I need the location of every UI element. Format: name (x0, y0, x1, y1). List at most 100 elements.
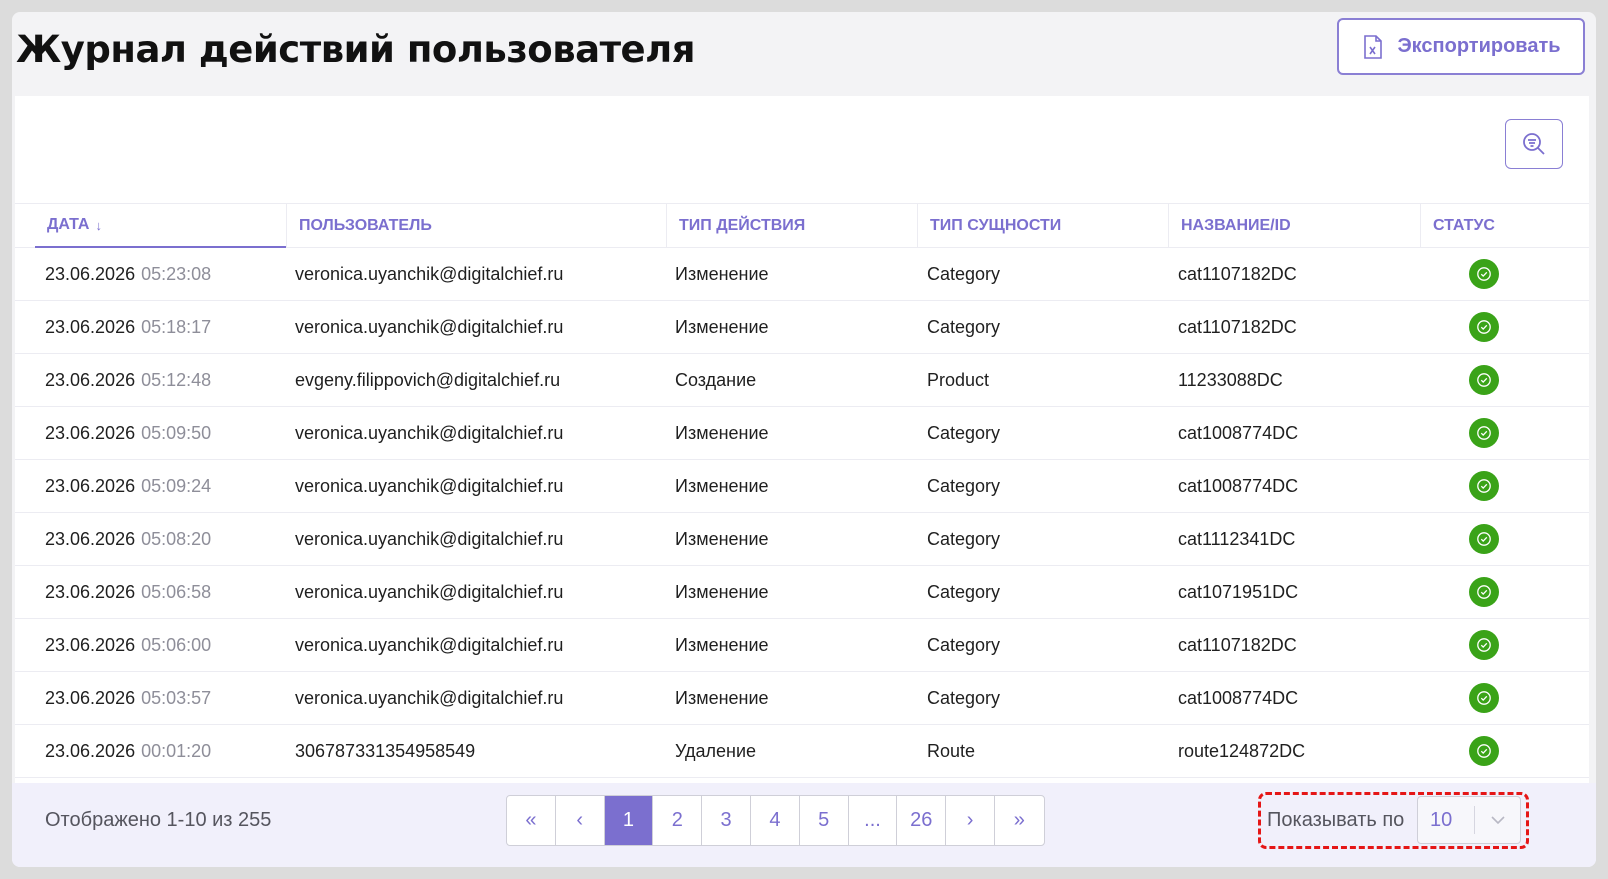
action-type-cell: Изменение (675, 316, 769, 337)
per-page-label: Показывать по (1267, 809, 1405, 831)
date-cell: 23.06.2026 00:01:20 (45, 725, 211, 777)
date-value: 23.06.2026 (45, 475, 136, 496)
name-id-cell: cat1071951DC (1178, 581, 1299, 602)
app-frame: Журнал действий пользователя Экспортиров… (12, 12, 1596, 867)
status-cell (1469, 301, 1499, 353)
entity-type-cell: Category (927, 263, 1001, 284)
column-header-user[interactable]: Пользователь (286, 204, 666, 248)
column-header-entity-type[interactable]: Тип сущности (917, 204, 1168, 248)
check-circle-icon (1469, 471, 1499, 501)
table-row[interactable]: 23.06.2026 05:09:24 veronica.uyanchik@digi… (15, 460, 1589, 513)
page-button[interactable]: 3 (702, 796, 751, 845)
name-id-cell: 11233088DC (1178, 369, 1283, 390)
next-page-button[interactable]: › (946, 796, 995, 845)
time-value: 05:08:20 (141, 528, 212, 549)
check-circle-icon (1469, 683, 1499, 713)
user-cell: veronica.uyanchik@digitalchief.ru (295, 634, 564, 655)
date-cell: 23.06.2026 05:09:50 (45, 407, 211, 459)
table-row[interactable]: 23.06.2026 05:12:48 evgeny.filippovich@dig… (15, 354, 1589, 407)
last-page-button[interactable]: » (995, 796, 1044, 845)
per-page-select[interactable]: 10 (1417, 796, 1521, 844)
first-page-button[interactable]: « (507, 796, 556, 845)
page-title: Журнал действий пользователя (16, 28, 696, 71)
column-header-label: Название/ID (1181, 217, 1291, 234)
table-row[interactable]: 23.06.2026 05:06:58 veronica.uyanchik@digi… (15, 566, 1589, 619)
user-cell: veronica.uyanchik@digitalchief.ru (295, 316, 564, 337)
table-row[interactable]: 23.06.2026 05:18:17 veronica.uyanchik@digi… (15, 301, 1589, 354)
name-id-cell: cat1107182DC (1178, 634, 1297, 655)
log-table-card: Дата ↓ Пользователь Тип действия Тип сущ… (15, 96, 1589, 783)
check-circle-icon (1469, 577, 1499, 607)
time-value: 05:18:17 (141, 316, 212, 337)
pagination-summary: Отображено 1-10 из 255 (45, 809, 272, 831)
check-circle-icon (1469, 630, 1499, 660)
column-header-date[interactable]: Дата ↓ (35, 204, 287, 248)
time-value: 05:23:08 (141, 263, 212, 284)
date-value: 23.06.2026 (45, 581, 136, 602)
status-cell (1469, 672, 1499, 724)
entity-type-cell: Category (927, 475, 1001, 496)
date-value: 23.06.2026 (45, 316, 136, 337)
time-value: 00:01:20 (141, 740, 212, 761)
user-cell: veronica.uyanchik@digitalchief.ru (295, 687, 564, 708)
arrow-down-icon: ↓ (95, 217, 102, 233)
entity-type-cell: Category (927, 316, 1001, 337)
name-id-cell: cat1008774DC (1178, 475, 1299, 496)
table-footer: Отображено 1-10 из 255 «‹ 1 2 3 4 5... 26 ›» По… (12, 783, 1596, 867)
user-cell: veronica.uyanchik@digitalchief.ru (295, 581, 564, 602)
per-page-value: 10 (1430, 808, 1453, 831)
date-cell: 23.06.2026 05:06:00 (45, 619, 211, 671)
action-type-cell: Изменение (675, 687, 769, 708)
action-type-cell: Изменение (675, 263, 769, 284)
column-header-status[interactable]: Статус (1420, 204, 1589, 248)
user-cell: 306787331354958549 (295, 740, 476, 761)
status-cell (1469, 460, 1499, 512)
table-row[interactable]: 23.06.2026 05:09:50 veronica.uyanchik@digi… (15, 407, 1589, 460)
status-cell (1469, 354, 1499, 406)
export-button[interactable]: Экспортировать (1337, 18, 1585, 75)
status-cell (1469, 619, 1499, 671)
column-header-label: Пользователь (299, 217, 432, 234)
entity-type-cell: Category (927, 581, 1001, 602)
pagination: «‹ 1 2 3 4 5... 26 ›» (506, 795, 1045, 846)
page-button[interactable]: 5 (800, 796, 849, 845)
filter-button[interactable] (1505, 119, 1563, 169)
user-cell: veronica.uyanchik@digitalchief.ru (295, 422, 564, 443)
column-header-label: Дата (47, 216, 90, 233)
page-header: Журнал действий пользователя Экспортиров… (12, 12, 1596, 96)
column-header-name-id[interactable]: Название/ID (1168, 204, 1420, 248)
check-circle-icon (1469, 736, 1499, 766)
page-button[interactable]: 2 (653, 796, 703, 845)
table-row[interactable]: 23.06.2026 05:08:20 veronica.uyanchik@digi… (15, 513, 1589, 566)
page-button[interactable]: 26 (897, 796, 947, 845)
action-type-cell: Создание (675, 369, 757, 390)
date-value: 23.06.2026 (45, 422, 136, 443)
prev-page-button[interactable]: ‹ (556, 796, 605, 845)
check-circle-icon (1469, 365, 1499, 395)
page-ellipsis: ... (849, 796, 898, 845)
table-row[interactable]: 23.06.2026 05:23:08 veronica.uyanchik@digi… (15, 248, 1589, 301)
table-row[interactable]: 23.06.2026 05:03:57 veronica.uyanchik@digi… (15, 672, 1589, 725)
page-button[interactable]: 4 (751, 796, 800, 845)
status-cell (1469, 248, 1499, 300)
action-type-cell: Изменение (675, 422, 769, 443)
status-cell (1469, 566, 1499, 618)
table-header: Дата ↓ Пользователь Тип действия Тип сущ… (15, 203, 1589, 248)
time-value: 05:12:48 (141, 369, 212, 390)
table-row[interactable]: 23.06.2026 00:01:20 306787331354958549 Удал… (15, 725, 1589, 778)
time-value: 05:03:57 (141, 687, 212, 708)
chevron-down-icon (1475, 815, 1520, 825)
name-id-cell: cat1107182DC (1178, 263, 1297, 284)
date-cell: 23.06.2026 05:12:48 (45, 354, 211, 406)
page-button[interactable]: 1 (604, 796, 654, 845)
date-cell: 23.06.2026 05:06:58 (45, 566, 211, 618)
date-value: 23.06.2026 (45, 263, 136, 284)
column-header-action-type[interactable]: Тип действия (666, 204, 917, 248)
status-cell (1469, 407, 1499, 459)
name-id-cell: cat1112341DC (1178, 528, 1296, 549)
check-circle-icon (1469, 259, 1499, 289)
name-id-cell: cat1008774DC (1178, 422, 1299, 443)
name-id-cell: route124872DC (1178, 740, 1306, 761)
date-value: 23.06.2026 (45, 634, 136, 655)
table-row[interactable]: 23.06.2026 05:06:00 veronica.uyanchik@digi… (15, 619, 1589, 672)
